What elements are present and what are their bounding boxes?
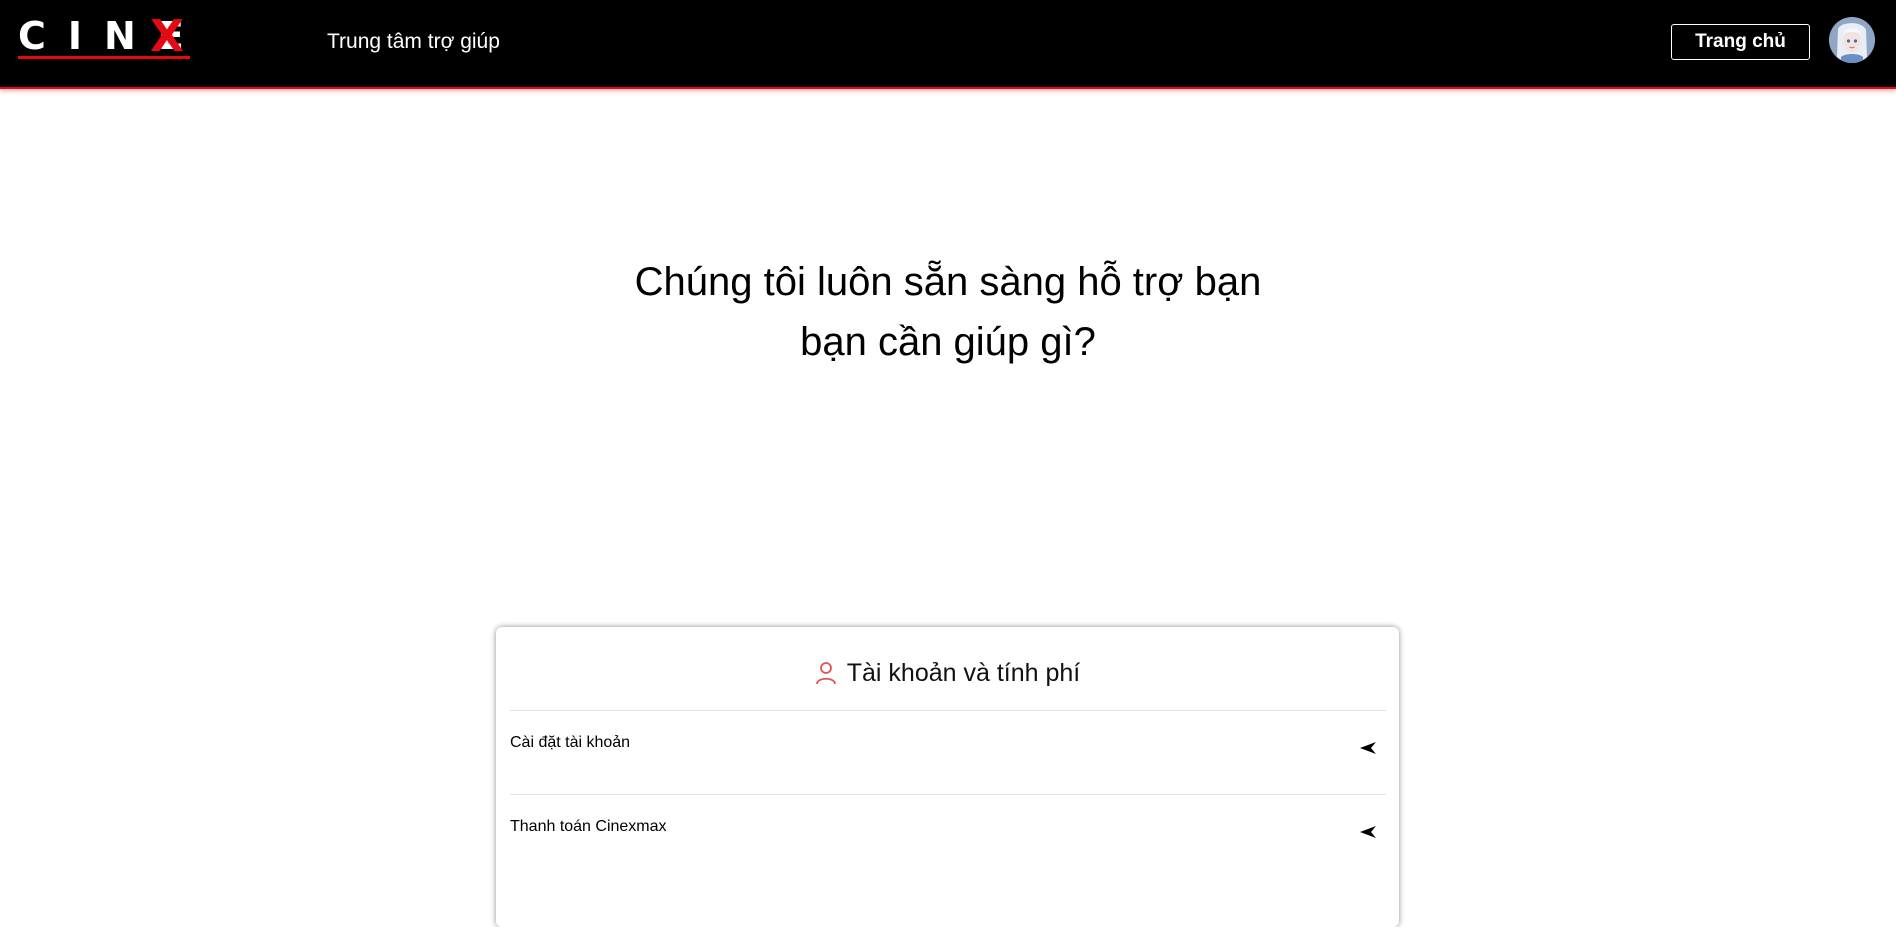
cinex-logo[interactable]: CINE X [18,14,190,60]
hero-section: Chúng tôi luôn sẵn sàng hỗ trợ bạn bạn c… [0,252,1896,372]
hero-title-line-2: bạn cần giúp gì? [800,320,1096,364]
category-card-account-billing: Tài khoản và tính phí Cài đặt tài khoản … [496,627,1399,927]
faq-item-account-settings[interactable]: Cài đặt tài khoản [510,627,1386,754]
faq-item-label: Thanh toán Cinexmax [510,818,667,835]
home-button[interactable]: Trang chủ [1671,24,1810,60]
faq-item-cinexmax-payment[interactable]: Thanh toán Cinexmax [510,711,1386,838]
help-center-link[interactable]: Trung tâm trợ giúp [327,30,500,54]
arrow-left-icon [1360,825,1376,838]
hero-title-line-1: Chúng tôi luôn sẵn sàng hỗ trợ bạn [634,260,1262,304]
user-avatar-icon[interactable] [1829,17,1875,63]
top-navbar: CINE X Trung tâm trợ giúp Trang chủ [0,0,1896,89]
logo-x-mark: X [150,11,184,62]
logo-underline [18,56,190,59]
